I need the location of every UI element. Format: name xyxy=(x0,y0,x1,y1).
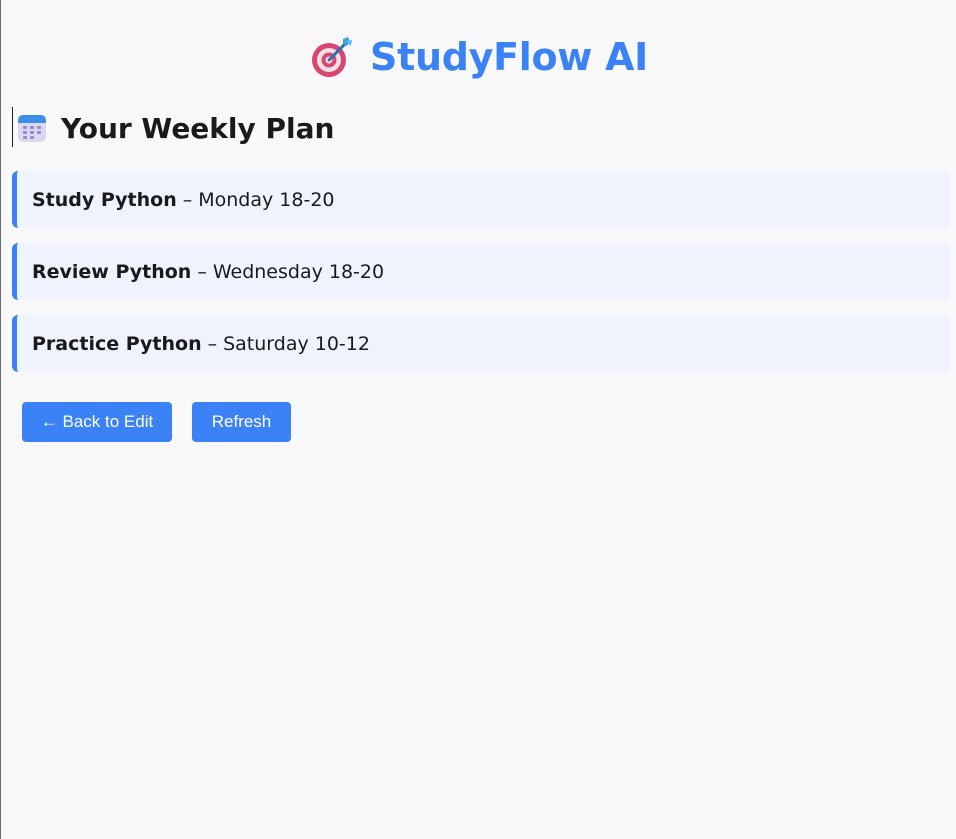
plan-item-separator: – xyxy=(207,332,218,355)
section-heading: Your Weekly Plan xyxy=(17,108,334,148)
plan-item-task: Study Python xyxy=(32,188,177,211)
app-title: StudyFlow AI xyxy=(370,35,648,79)
section-title: Your Weekly Plan xyxy=(61,111,335,145)
plan-item-task: Review Python xyxy=(32,260,192,283)
plan-item-schedule: Wednesday 18-20 xyxy=(212,260,385,283)
plan-item-schedule: Monday 18-20 xyxy=(198,188,335,211)
target-icon xyxy=(312,37,353,77)
back-to-edit-button[interactable]: ← Back to Edit xyxy=(22,402,172,442)
action-buttons: ← Back to Edit Refresh xyxy=(22,402,291,442)
app-header: StudyFlow AI xyxy=(1,30,956,84)
plan-item: Practice Python – Saturday 10-12 xyxy=(12,315,951,372)
plan-item-task: Practice Python xyxy=(32,332,202,355)
plan-item-schedule: Saturday 10-12 xyxy=(223,332,370,355)
plan-item: Review Python – Wednesday 18-20 xyxy=(12,243,951,300)
text-cursor xyxy=(12,107,13,147)
plan-item: Study Python – Monday 18-20 xyxy=(12,171,951,228)
calendar-icon xyxy=(18,115,46,142)
refresh-button[interactable]: Refresh xyxy=(192,402,291,442)
plan-item-separator: – xyxy=(197,260,207,283)
plan-item-separator: – xyxy=(182,188,193,211)
plan-list: Study Python – Monday 18-20 Review Pytho… xyxy=(12,171,951,387)
